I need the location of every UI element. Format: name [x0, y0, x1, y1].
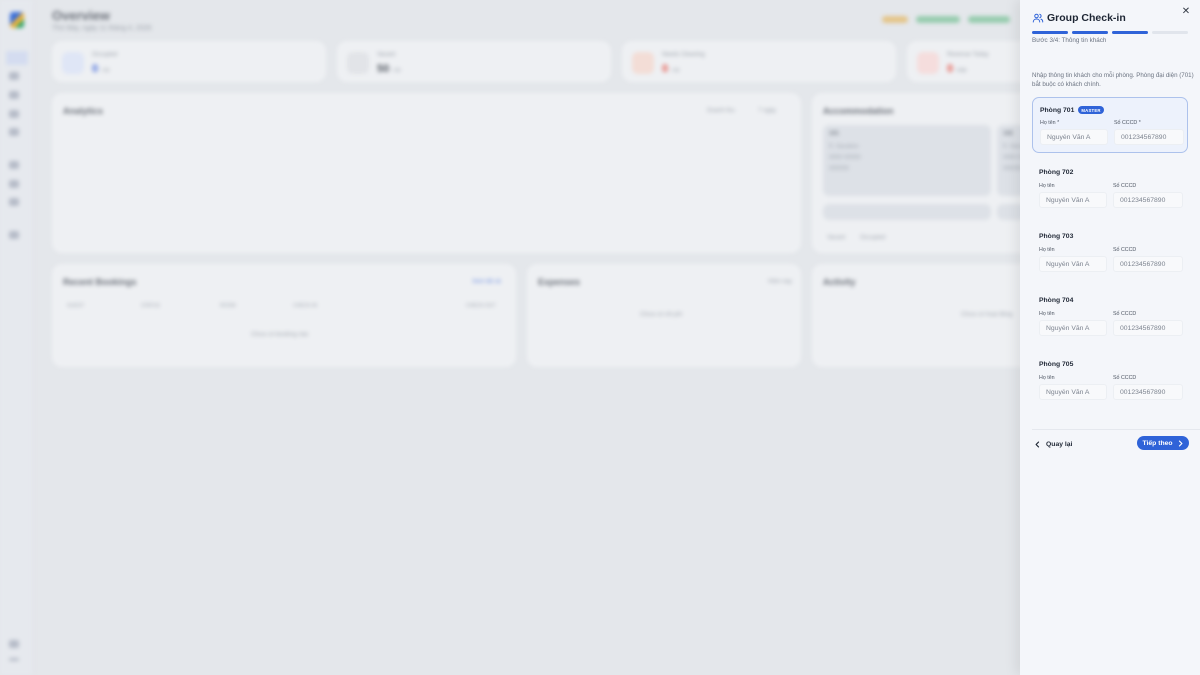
guest-name-input[interactable] [1039, 384, 1107, 400]
id-number-label: Số CCCD * [1114, 120, 1141, 126]
room-header: Phòng 701 MASTER [1040, 106, 1104, 114]
page-date: Thứ Bảy, ngày 11 tháng 4, 2026 [52, 25, 152, 32]
guest-name-input[interactable] [1039, 256, 1107, 272]
id-number-label: Số CCCD [1113, 311, 1137, 317]
chevron-left-icon [1035, 440, 1040, 448]
id-number-input[interactable] [1113, 192, 1183, 208]
id-number-input[interactable] [1113, 384, 1183, 400]
guest-name-label: Họ tên * [1040, 120, 1060, 126]
master-badge: MASTER [1078, 106, 1104, 114]
status-pill [882, 16, 908, 23]
room-card: Phòng 704 Họ tên Số CCCD [1032, 289, 1188, 345]
recent-bookings-card: Recent Bookings Xem tất cả GUEST STATUS … [52, 264, 516, 367]
chevron-right-icon [1178, 439, 1183, 447]
status-pill [916, 16, 960, 23]
close-icon[interactable]: ✕ [1180, 6, 1192, 18]
stat-card-occupied: Occupied 0/ 50 [52, 41, 326, 82]
room-header: Phòng 704 [1039, 297, 1073, 304]
id-number-label: Số CCCD [1113, 183, 1137, 189]
nav-collapse-icon [9, 640, 19, 648]
back-button-label: Quay lại [1046, 440, 1073, 448]
trend-icon [917, 52, 939, 74]
nav-history-icon [9, 198, 19, 206]
guest-name-label: Họ tên [1039, 183, 1055, 189]
room-card: Phòng 701 MASTER Họ tên * Số CCCD * [1032, 97, 1188, 153]
nav-more-icon [9, 658, 19, 661]
nav-dashboard-icon [6, 51, 28, 65]
room-card: Phòng 703 Họ tên Số CCCD [1032, 225, 1188, 281]
progress-segment [1152, 31, 1188, 34]
status-pills [882, 16, 1010, 23]
status-pill [968, 16, 1010, 23]
users-icon [1032, 13, 1044, 23]
nav-settings-icon [9, 231, 19, 239]
nav-rooms-icon [9, 91, 19, 99]
nav-rail [0, 0, 34, 675]
room-header: Phòng 705 [1039, 361, 1073, 368]
id-number-input[interactable] [1113, 256, 1183, 272]
analytics-card: Analytics Doanh thu 7 ngày [52, 93, 801, 253]
nav-calendar-icon [9, 72, 19, 80]
step-progress [1032, 31, 1188, 34]
back-button[interactable]: Quay lại [1034, 437, 1072, 451]
broom-icon [632, 52, 654, 74]
app-logo [10, 12, 24, 28]
id-number-label: Số CCCD [1113, 375, 1137, 381]
page-title: Overview [52, 8, 110, 23]
guest-name-input[interactable] [1039, 192, 1107, 208]
guest-name-label: Họ tên [1039, 375, 1055, 381]
guest-name-input[interactable] [1040, 129, 1108, 145]
nav-guests-icon [9, 110, 19, 118]
drawer-title: Group Check-in [1047, 12, 1126, 24]
room-tile: 101 Ít. Vacation 0000 00000 000000 [823, 125, 991, 196]
guest-name-label: Họ tên [1039, 311, 1055, 317]
step-text: Bước 3/4: Thông tin khách [1032, 37, 1107, 44]
room-card: Phòng 705 Họ tên Số CCCD [1032, 353, 1188, 409]
progress-segment [1032, 31, 1068, 34]
expenses-card: Expenses Hôm nay Chưa có chi phí [527, 264, 801, 367]
next-button[interactable]: Tiếp theo [1137, 436, 1189, 450]
room-card: Phòng 702 Họ tên Số CCCD [1032, 161, 1188, 217]
drawer-header: Group Check-in [1032, 12, 1126, 24]
next-button-label: Tiếp theo [1142, 439, 1173, 447]
room-name: Phòng 704 [1039, 297, 1074, 304]
id-number-input[interactable] [1113, 320, 1183, 336]
intro-text: Nhập thông tin khách cho mỗi phòng. Phòn… [1032, 72, 1194, 88]
room-header: Phòng 702 [1039, 169, 1073, 176]
guest-name-input[interactable] [1039, 320, 1107, 336]
id-number-input[interactable] [1114, 129, 1184, 145]
footer-divider [1032, 429, 1200, 430]
door-icon [347, 52, 369, 74]
room-name: Phòng 702 [1039, 169, 1074, 176]
id-number-label: Số CCCD [1113, 247, 1137, 253]
nav-staff-icon [9, 128, 19, 136]
room-name: Phòng 701 [1040, 106, 1075, 114]
progress-segment [1112, 31, 1148, 34]
nav-services-icon [9, 161, 19, 169]
guest-name-label: Họ tên [1039, 247, 1055, 253]
room-name: Phòng 703 [1039, 233, 1074, 240]
room-header: Phòng 703 [1039, 233, 1073, 240]
progress-segment [1072, 31, 1108, 34]
nav-reports-icon [9, 180, 19, 188]
stat-card-cleaning: Needs Cleaning 0/ 50 [622, 41, 896, 82]
room-name: Phòng 705 [1039, 361, 1074, 368]
users-icon [62, 52, 84, 74]
group-checkin-drawer: ✕ Group Check-in Bước 3/4: Thông tin khá… [1020, 0, 1200, 675]
stat-card-vacant: Vacant 50/ 50 [337, 41, 611, 82]
